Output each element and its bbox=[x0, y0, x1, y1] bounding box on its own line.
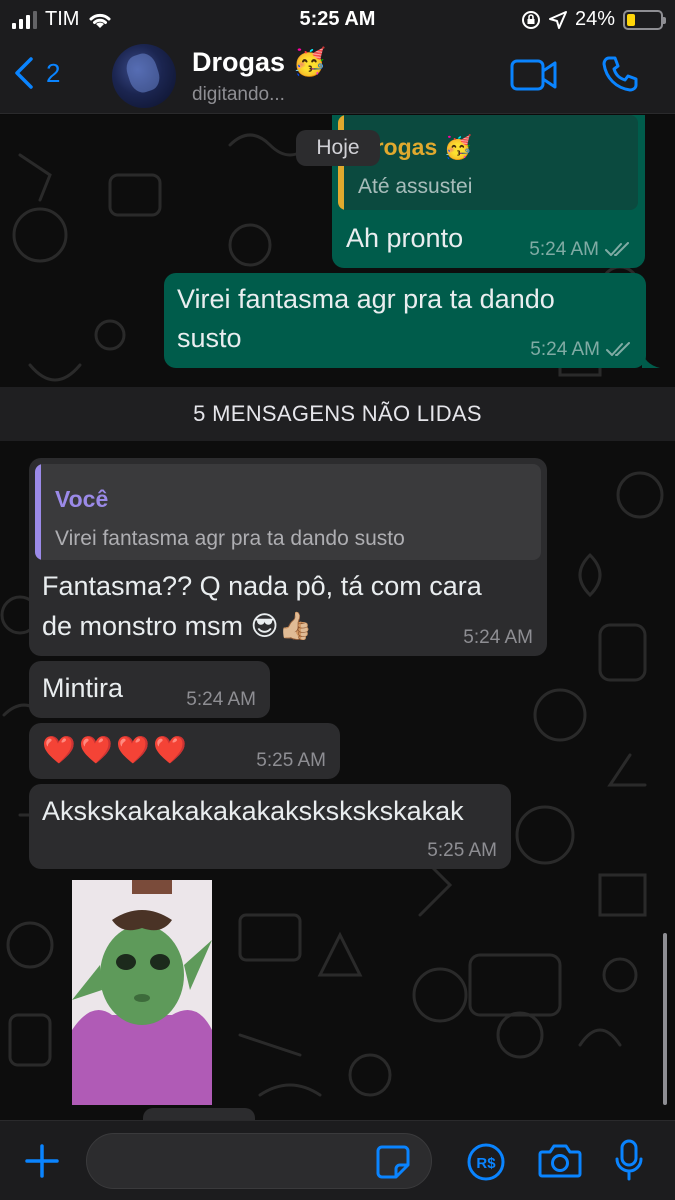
avatar[interactable] bbox=[112, 44, 176, 108]
location-icon bbox=[548, 10, 567, 29]
next-date-pill bbox=[143, 1108, 255, 1120]
typing-status: digitando... bbox=[192, 84, 285, 105]
quote-text: Virei fantasma agr pra ta dando susto bbox=[55, 527, 405, 550]
message-bubble-incoming[interactable]: Akskskakakakakakakskskskskakak 5:25 AM bbox=[29, 784, 511, 869]
message-meta: 5:24 AM bbox=[186, 690, 256, 710]
quoted-message[interactable]: Você Virei fantasma agr pra ta dando sus… bbox=[35, 464, 541, 560]
message-text-line: de monstro msm 😎👍🏼 bbox=[42, 611, 313, 641]
battery-percent: 24% bbox=[574, 8, 615, 30]
video-call-icon[interactable] bbox=[510, 58, 558, 92]
quoted-message[interactable]: Drogas 🥳 Até assustei bbox=[338, 115, 638, 210]
battery-icon bbox=[623, 9, 666, 30]
message-bubble-outgoing[interactable]: Virei fantasma agr pra ta dando susto 5:… bbox=[164, 273, 660, 368]
phone-call-icon[interactable] bbox=[600, 54, 640, 94]
microphone-icon[interactable] bbox=[614, 1139, 644, 1183]
message-time: 5:25 AM bbox=[427, 840, 497, 861]
plus-icon[interactable] bbox=[24, 1143, 60, 1179]
chevron-left-icon bbox=[15, 57, 33, 89]
message-time: 5:25 AM bbox=[256, 750, 326, 771]
quote-bar bbox=[35, 464, 41, 560]
message-time: 5:24 AM bbox=[530, 339, 600, 360]
message-meta: 5:25 AM bbox=[256, 751, 326, 771]
quote-text: Até assustei bbox=[358, 175, 473, 198]
message-time: 5:24 AM bbox=[463, 627, 533, 648]
message-bubble-incoming[interactable]: Você Virei fantasma agr pra ta dando sus… bbox=[29, 458, 547, 656]
message-text: Mintira bbox=[42, 673, 124, 703]
message-text-line: susto bbox=[177, 323, 242, 353]
status-right: 24% bbox=[521, 8, 666, 31]
composer-bar: R$ bbox=[0, 1120, 675, 1200]
payment-icon[interactable]: R$ bbox=[466, 1142, 506, 1182]
message-meta: 5:24 AM bbox=[530, 340, 632, 360]
status-bar: TIM 5:25 AM 24% bbox=[0, 0, 675, 38]
message-text: ❤️ ❤️ ❤️ ❤️ bbox=[42, 735, 187, 765]
back-button[interactable]: 2 bbox=[14, 56, 60, 90]
message-meta: 5:24 AM bbox=[529, 240, 631, 260]
message-text: Akskskakakakakakakskskskskakak bbox=[42, 796, 464, 826]
message-time: 5:24 AM bbox=[186, 689, 256, 710]
chat-header: 2 Drogas 🥳 digitando... bbox=[0, 38, 675, 114]
message-meta: 5:24 AM bbox=[463, 628, 533, 648]
scrollbar[interactable] bbox=[663, 933, 667, 1105]
date-separator: Hoje bbox=[296, 130, 380, 166]
message-bubble-incoming[interactable]: ❤️ ❤️ ❤️ ❤️ 5:25 AM bbox=[29, 723, 340, 779]
rotation-lock-icon bbox=[521, 10, 540, 29]
unread-banner: 5 MENSAGENS NÃO LIDAS bbox=[0, 387, 675, 441]
photo-message[interactable] bbox=[72, 880, 212, 1105]
message-meta: 5:25 AM bbox=[427, 841, 497, 861]
sticker-icon[interactable] bbox=[376, 1145, 410, 1179]
message-text-line: Virei fantasma agr pra ta dando bbox=[177, 284, 555, 314]
double-check-icon bbox=[606, 342, 630, 356]
double-check-icon bbox=[605, 242, 629, 256]
svg-text:R$: R$ bbox=[476, 1155, 496, 1172]
chat-area[interactable]: Drogas 🥳 Até assustei Ah pronto 5:24 AM … bbox=[0, 115, 675, 1120]
message-text: Ah pronto bbox=[346, 223, 464, 253]
bubble-tail bbox=[642, 350, 660, 368]
unread-chats-count: 2 bbox=[46, 57, 61, 88]
contact-name[interactable]: Drogas 🥳 bbox=[192, 46, 326, 78]
message-time: 5:24 AM bbox=[529, 239, 599, 260]
message-text-line: Fantasma?? Q nada pô, tá com cara bbox=[42, 571, 482, 601]
photo-thumbnail bbox=[72, 880, 212, 1105]
camera-icon[interactable] bbox=[538, 1143, 582, 1179]
message-bubble-incoming[interactable]: Mintira 5:24 AM bbox=[29, 661, 270, 718]
quote-author: Você bbox=[55, 486, 109, 512]
